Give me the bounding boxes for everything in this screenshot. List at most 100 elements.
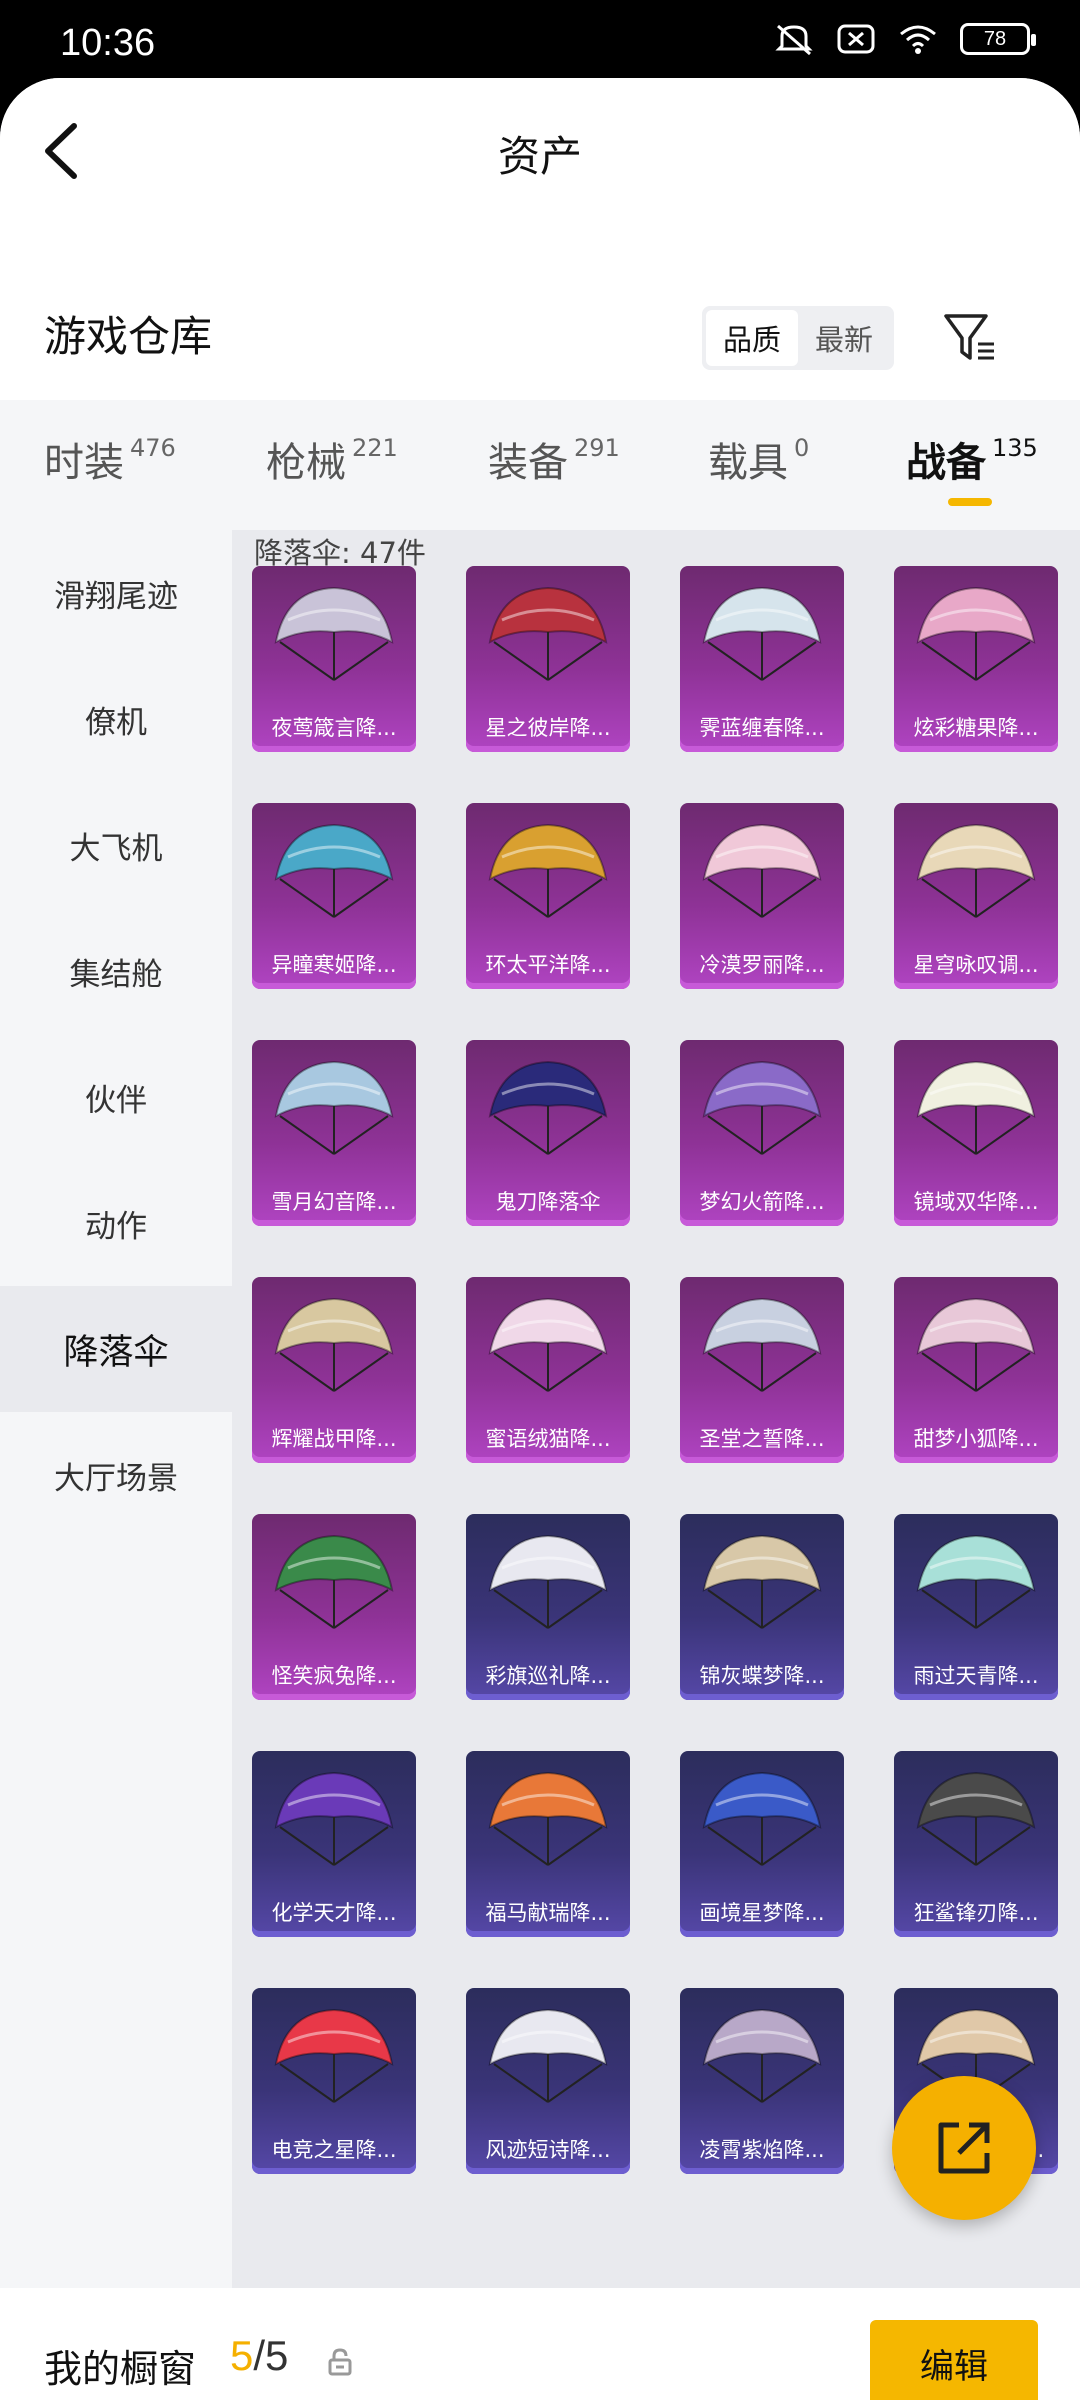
parachute-image: [702, 823, 822, 918]
category-tabs: 时装 476 枪械 221 装备 291 载具 0 战备 135: [0, 400, 1080, 512]
tab-equipment[interactable]: 装备 291: [488, 400, 620, 512]
parachute-image: [274, 586, 394, 681]
parachute-image: [274, 1297, 394, 1392]
tab-label: 载具: [708, 440, 788, 486]
battery-icon: 78: [960, 23, 1036, 55]
parachute-grid: 降落伞: 47件 夜莺箴言降... 星之彼岸降... 霁蓝缠春降... 炫彩糖果降..…: [232, 530, 1080, 2290]
status-time: 10:36: [60, 22, 156, 64]
parachute-image: [702, 586, 822, 681]
tab-readiness[interactable]: 战备 135: [906, 400, 1038, 512]
parachute-item[interactable]: 异瞳寒姬降...: [252, 803, 416, 989]
sort-newest-button[interactable]: 最新: [798, 310, 890, 366]
parachute-name: 化学天才降...: [271, 1901, 397, 1925]
parachute-name: 夜莺箴言降...: [271, 716, 397, 740]
parachute-item[interactable]: 狂鲨锋刃降...: [894, 1751, 1058, 1937]
parachute-name: 电竞之星降...: [271, 2138, 397, 2162]
parachute-item[interactable]: 冷漠罗丽降...: [680, 803, 844, 989]
parachute-item[interactable]: 画境星梦降...: [680, 1751, 844, 1937]
sidebar-item-lobby-scene[interactable]: 大厅场景: [0, 1412, 232, 1538]
filter-icon[interactable]: [940, 308, 1000, 368]
edit-button[interactable]: 编辑: [870, 2320, 1038, 2400]
tab-count: 0: [794, 434, 810, 462]
tab-weapons[interactable]: 枪械 221: [266, 400, 398, 512]
parachute-name: 雨过天青降...: [913, 1664, 1039, 1688]
parachute-image: [488, 586, 608, 681]
parachute-name: 镜域双华降...: [913, 1190, 1039, 1214]
parachute-item[interactable]: 雪月幻音降...: [252, 1040, 416, 1226]
parachute-name: 星之彼岸降...: [485, 716, 611, 740]
sidebar-item-wingman[interactable]: 僚机: [0, 656, 232, 782]
parachute-item[interactable]: 环太平洋降...: [466, 803, 630, 989]
sidebar-item-partner[interactable]: 伙伴: [0, 1034, 232, 1160]
parachute-item[interactable]: 鬼刀降落伞: [466, 1040, 630, 1226]
parachute-image: [488, 823, 608, 918]
page-title: 资产: [497, 132, 582, 181]
share-button[interactable]: [892, 2076, 1036, 2220]
parachute-item[interactable]: 电竞之星降...: [252, 1988, 416, 2174]
parachute-item[interactable]: 星穹咏叹调...: [894, 803, 1058, 989]
showcase-total: 5: [265, 2332, 289, 2379]
parachute-image: [916, 1060, 1036, 1155]
parachute-image: [274, 823, 394, 918]
parachute-image: [702, 2008, 822, 2103]
parachute-item[interactable]: 星之彼岸降...: [466, 566, 630, 752]
sidebar-item-parachute[interactable]: 降落伞: [0, 1286, 232, 1412]
parachute-name: 怪笑疯兔降...: [271, 1664, 397, 1688]
parachute-name: 福马献瑞降...: [485, 1901, 611, 1925]
parachute-item[interactable]: 镜域双华降...: [894, 1040, 1058, 1226]
parachute-item[interactable]: 锦灰蝶梦降...: [680, 1514, 844, 1700]
parachute-name: 凌霄紫焰降...: [699, 2138, 825, 2162]
parachute-name: 甜梦小狐降...: [913, 1427, 1039, 1451]
tab-label: 战备: [906, 440, 986, 486]
showcase-current: 5: [230, 2332, 254, 2379]
showcase-label: 我的橱窗: [44, 2347, 197, 2391]
parachute-image: [274, 1060, 394, 1155]
sort-quality-button[interactable]: 品质: [706, 310, 798, 366]
parachute-item[interactable]: 甜梦小狐降...: [894, 1277, 1058, 1463]
parachute-name: 环太平洋降...: [485, 953, 611, 977]
tab-vehicles[interactable]: 载具 0: [708, 400, 809, 512]
parachute-item[interactable]: 雨过天青降...: [894, 1514, 1058, 1700]
status-icons: 78: [774, 22, 1036, 56]
parachute-item[interactable]: 福马献瑞降...: [466, 1751, 630, 1937]
sidebar-item-glide-trail[interactable]: 滑翔尾迹: [0, 530, 232, 656]
sidebar-item-emote[interactable]: 动作: [0, 1160, 232, 1286]
parachute-item[interactable]: 辉耀战甲降...: [252, 1277, 416, 1463]
parachute-image: [274, 1534, 394, 1629]
parachute-item[interactable]: 怪笑疯兔降...: [252, 1514, 416, 1700]
parachute-item[interactable]: 化学天才降...: [252, 1751, 416, 1937]
parachute-item[interactable]: 蜜语绒猫降...: [466, 1277, 630, 1463]
parachute-image: [488, 2008, 608, 2103]
tab-label: 时装: [44, 440, 124, 486]
parachute-image: [916, 823, 1036, 918]
sidebar: 滑翔尾迹 僚机 大飞机 集结舱 伙伴 动作 降落伞 大厅场景: [0, 530, 232, 2290]
parachute-item[interactable]: 霁蓝缠春降...: [680, 566, 844, 752]
parachute-image: [916, 1771, 1036, 1866]
app-container: 资产 游戏仓库 品质 最新 时装 476 枪械 221 装备 291 载具 0 …: [0, 78, 1080, 2400]
parachute-item[interactable]: 彩旗巡礼降...: [466, 1514, 630, 1700]
parachute-name: 冷漠罗丽降...: [699, 953, 825, 977]
parachute-name: 鬼刀降落伞: [495, 1190, 601, 1214]
lock-icon: [328, 2348, 352, 2376]
parachute-image: [916, 1534, 1036, 1629]
parachute-item[interactable]: 凌霄紫焰降...: [680, 1988, 844, 2174]
sidebar-item-assembly-pod[interactable]: 集结舱: [0, 908, 232, 1034]
parachute-item[interactable]: 圣堂之誓降...: [680, 1277, 844, 1463]
showcase-count: 5/5: [230, 2332, 288, 2380]
sidebar-item-big-plane[interactable]: 大飞机: [0, 782, 232, 908]
parachute-image: [916, 586, 1036, 681]
tab-count: 291: [574, 434, 620, 462]
parachute-name: 炫彩糖果降...: [913, 716, 1039, 740]
tab-label: 枪械: [266, 440, 346, 486]
parachute-name: 霁蓝缠春降...: [699, 716, 825, 740]
tab-fashion[interactable]: 时装 476: [44, 400, 176, 512]
parachute-name: 雪月幻音降...: [271, 1190, 397, 1214]
parachute-item[interactable]: 炫彩糖果降...: [894, 566, 1058, 752]
parachute-image: [702, 1297, 822, 1392]
parachute-image: [274, 2008, 394, 2103]
parachute-image: [702, 1771, 822, 1866]
share-external-icon: [938, 2122, 990, 2174]
parachute-item[interactable]: 夜莺箴言降...: [252, 566, 416, 752]
parachute-item[interactable]: 风迹短诗降...: [466, 1988, 630, 2174]
parachute-item[interactable]: 梦幻火箭降...: [680, 1040, 844, 1226]
